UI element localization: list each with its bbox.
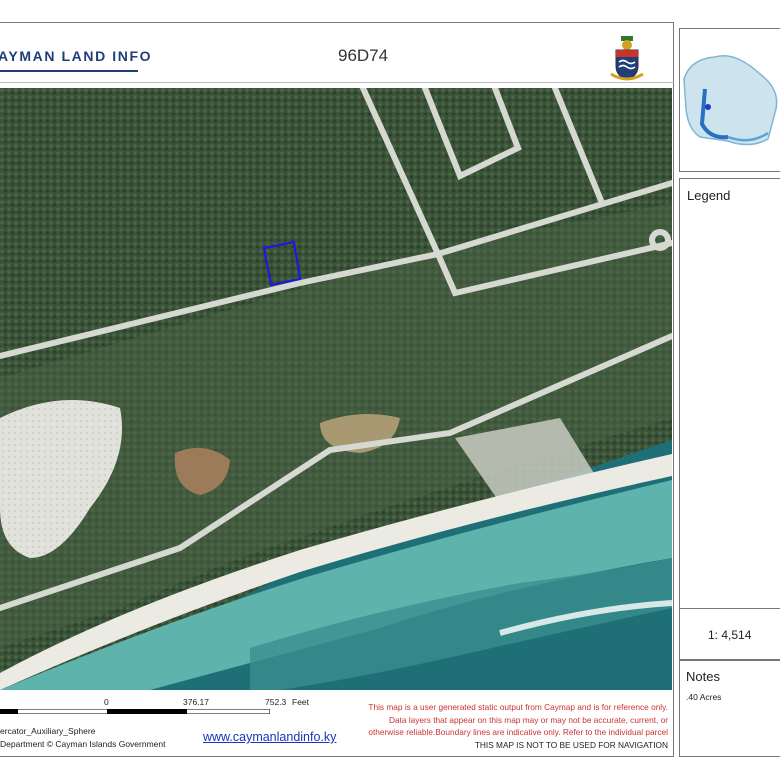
scale-panel: 1: 4,514 — [679, 608, 780, 660]
disclaimer: This map is a user generated static outp… — [368, 701, 668, 751]
cayman-coat-of-arms-icon — [610, 36, 644, 81]
map-header: AYMAN LAND INFO 96D74 — [0, 28, 674, 83]
map-footer: 0 376.17 752.3 Feet ercator_Auxiliary_Sp… — [0, 692, 672, 754]
disclaimer-line: This map is a user generated static outp… — [368, 702, 668, 712]
aerial-map[interactable] — [0, 88, 672, 690]
cayman-land-info-logo: AYMAN LAND INFO — [0, 48, 153, 64]
legend-panel: Legend — [679, 178, 780, 610]
scale-tick-2: 752.3 — [265, 697, 287, 707]
grand-cayman-inset-icon — [683, 55, 778, 146]
notes-text: .40 Acres — [686, 692, 722, 702]
notes-title: Notes — [686, 669, 720, 684]
inset-map — [679, 28, 780, 172]
map-title: 96D74 — [338, 46, 389, 65]
notes-panel: Notes .40 Acres — [679, 660, 780, 757]
disclaimer-line: otherwise reliable.Boundary lines are in… — [368, 727, 668, 737]
scale-tick-0: 0 — [104, 697, 109, 707]
scale-tick-1: 376.17 — [183, 697, 209, 707]
legend-title: Legend — [687, 188, 731, 203]
navigation-warning: THIS MAP IS NOT TO BE USED FOR NAVIGATIO… — [474, 739, 668, 750]
scale-units: Feet — [292, 697, 310, 707]
logo-underline — [0, 70, 138, 72]
website-link[interactable]: www.caymanlandinfo.ky — [203, 730, 336, 744]
copyright-text: Department © Cayman Islands Government — [0, 739, 166, 749]
scale-bar — [0, 709, 270, 714]
projection-text: ercator_Auxiliary_Sphere — [0, 726, 96, 736]
scale-ratio: 1: 4,514 — [708, 628, 752, 642]
disclaimer-line: Data layers that appear on this map may … — [388, 714, 668, 725]
